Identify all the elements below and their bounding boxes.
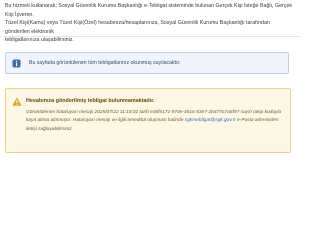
email-link[interactable]: sgkmebligat@sgk.gov.tr xyxy=(185,118,236,123)
warning-title: Hesabınıza gönderilmiş tebligat bulunmam… xyxy=(26,98,155,104)
intro-text: Bu hizmeti kullanarak; Sosyal Güvenlik K… xyxy=(5,2,295,45)
info-icon xyxy=(12,58,21,68)
warning-alert: Hesabınıza gönderilmiş tebligat bulunmam… xyxy=(5,88,291,153)
warning-icon xyxy=(12,97,22,106)
info-message: Bu sayfada görüntülenen tüm tebligatları… xyxy=(29,60,181,66)
warning-message: Görüntülenen hata/uyarı mesajı 2025/07/2… xyxy=(26,109,284,134)
divider xyxy=(0,36,300,37)
info-alert: Bu sayfada görüntülenen tüm tebligatları… xyxy=(5,52,289,74)
intro-line: Tüzel Kişi(Kamu) veya Tüzel Kişi(Özel) h… xyxy=(5,20,270,35)
intro-line: Bu hizmeti kullanarak; Sosyal Güvenlik K… xyxy=(5,3,293,18)
intro-line: tebligatlarınıza ulaşabilirsiniz. xyxy=(5,37,74,44)
